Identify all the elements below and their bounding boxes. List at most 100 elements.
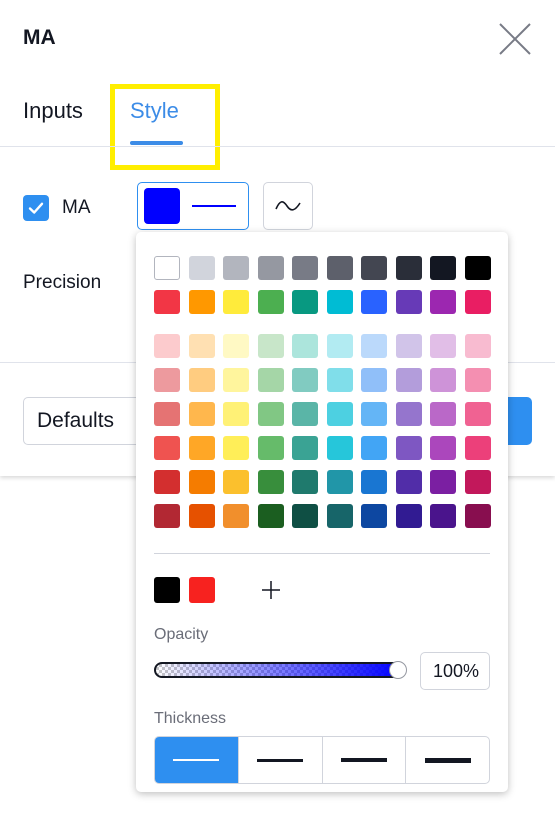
color-swatch[interactable] bbox=[154, 256, 180, 280]
color-swatch[interactable] bbox=[430, 402, 456, 426]
color-swatch[interactable] bbox=[154, 470, 180, 494]
recent-color-swatch[interactable] bbox=[154, 577, 180, 603]
plus-icon[interactable] bbox=[258, 577, 284, 603]
color-swatch[interactable] bbox=[292, 470, 318, 494]
tabs-divider bbox=[0, 146, 555, 147]
color-swatch[interactable] bbox=[223, 368, 249, 392]
color-swatch[interactable] bbox=[292, 504, 318, 528]
plot-color-button[interactable] bbox=[137, 182, 249, 230]
ma-plot-checkbox[interactable] bbox=[23, 195, 49, 221]
color-swatch[interactable] bbox=[154, 368, 180, 392]
tab-inputs[interactable]: Inputs bbox=[23, 98, 83, 124]
color-swatch[interactable] bbox=[464, 334, 491, 358]
color-swatch[interactable] bbox=[361, 256, 387, 280]
thickness-line-preview bbox=[257, 758, 304, 762]
color-swatch[interactable] bbox=[430, 256, 456, 280]
color-swatch[interactable] bbox=[188, 334, 215, 358]
color-swatch[interactable] bbox=[188, 504, 215, 528]
color-swatch[interactable] bbox=[395, 504, 422, 528]
color-swatch[interactable] bbox=[361, 290, 387, 314]
thickness-option-3[interactable] bbox=[321, 737, 406, 783]
color-swatch[interactable] bbox=[188, 256, 215, 280]
color-swatch[interactable] bbox=[223, 402, 249, 426]
thickness-option-2[interactable] bbox=[237, 737, 322, 783]
color-swatch[interactable] bbox=[223, 504, 249, 528]
color-swatch[interactable] bbox=[430, 470, 456, 494]
color-swatch[interactable] bbox=[430, 368, 456, 392]
color-swatch[interactable] bbox=[223, 436, 249, 460]
color-swatch[interactable] bbox=[292, 436, 318, 460]
color-swatch[interactable] bbox=[292, 368, 318, 392]
color-swatch[interactable] bbox=[430, 504, 456, 528]
color-swatch[interactable] bbox=[395, 436, 422, 460]
color-swatch[interactable] bbox=[430, 436, 456, 460]
precision-label: Precision bbox=[23, 272, 102, 293]
color-swatch[interactable] bbox=[430, 290, 456, 314]
color-swatch[interactable] bbox=[188, 402, 215, 426]
thickness-option-4[interactable] bbox=[405, 737, 489, 783]
color-swatch[interactable] bbox=[464, 290, 491, 314]
color-swatch[interactable] bbox=[361, 368, 387, 392]
color-swatch[interactable] bbox=[188, 436, 215, 460]
color-swatch[interactable] bbox=[154, 504, 180, 528]
color-swatch[interactable] bbox=[395, 470, 422, 494]
color-swatch[interactable] bbox=[464, 402, 491, 426]
color-swatch[interactable] bbox=[464, 504, 491, 528]
color-swatch[interactable] bbox=[257, 504, 284, 528]
color-swatch[interactable] bbox=[188, 290, 215, 314]
color-swatch[interactable] bbox=[361, 504, 387, 528]
color-swatch[interactable] bbox=[257, 290, 284, 314]
color-swatch[interactable] bbox=[292, 290, 318, 314]
line-style-icon bbox=[275, 201, 301, 211]
color-swatch[interactable] bbox=[395, 256, 422, 280]
color-swatch[interactable] bbox=[257, 436, 284, 460]
color-swatch[interactable] bbox=[223, 470, 249, 494]
color-swatch[interactable] bbox=[326, 334, 353, 358]
color-swatch[interactable] bbox=[464, 470, 491, 494]
opacity-slider-thumb[interactable] bbox=[389, 661, 407, 679]
color-swatch[interactable] bbox=[292, 334, 318, 358]
thickness-option-1[interactable] bbox=[155, 737, 238, 783]
color-swatch[interactable] bbox=[326, 470, 353, 494]
color-swatch[interactable] bbox=[326, 368, 353, 392]
color-swatch[interactable] bbox=[154, 334, 180, 358]
color-swatch[interactable] bbox=[464, 256, 491, 280]
color-swatch[interactable] bbox=[395, 402, 422, 426]
color-swatch[interactable] bbox=[326, 504, 353, 528]
color-swatch[interactable] bbox=[257, 402, 284, 426]
color-swatch[interactable] bbox=[361, 334, 387, 358]
color-swatch[interactable] bbox=[292, 256, 318, 280]
plot-type-button[interactable] bbox=[263, 182, 313, 230]
color-swatch[interactable] bbox=[188, 368, 215, 392]
color-swatch[interactable] bbox=[257, 368, 284, 392]
color-swatch[interactable] bbox=[188, 470, 215, 494]
color-swatch[interactable] bbox=[154, 290, 180, 314]
color-swatch[interactable] bbox=[257, 470, 284, 494]
color-swatch[interactable] bbox=[464, 436, 491, 460]
color-swatch[interactable] bbox=[223, 334, 249, 358]
color-swatch[interactable] bbox=[223, 290, 249, 314]
color-swatch[interactable] bbox=[223, 256, 249, 280]
close-icon[interactable] bbox=[498, 22, 532, 56]
recent-color-swatch[interactable] bbox=[189, 577, 215, 603]
thickness-label: Thickness bbox=[154, 710, 227, 727]
color-swatch[interactable] bbox=[395, 368, 422, 392]
color-swatch[interactable] bbox=[395, 334, 422, 358]
color-swatch[interactable] bbox=[430, 334, 456, 358]
color-swatch[interactable] bbox=[154, 436, 180, 460]
color-swatch[interactable] bbox=[154, 402, 180, 426]
color-swatch[interactable] bbox=[257, 334, 284, 358]
color-swatch[interactable] bbox=[464, 368, 491, 392]
color-swatch[interactable] bbox=[361, 402, 387, 426]
color-swatch[interactable] bbox=[326, 256, 353, 280]
color-swatch[interactable] bbox=[361, 436, 387, 460]
opacity-slider[interactable] bbox=[154, 662, 402, 678]
color-swatch[interactable] bbox=[361, 470, 387, 494]
color-swatch[interactable] bbox=[395, 290, 422, 314]
color-swatch[interactable] bbox=[326, 290, 353, 314]
color-swatch[interactable] bbox=[292, 402, 318, 426]
color-swatch[interactable] bbox=[326, 402, 353, 426]
opacity-input[interactable]: 100% bbox=[420, 652, 490, 690]
color-swatch[interactable] bbox=[257, 256, 284, 280]
color-swatch[interactable] bbox=[326, 436, 353, 460]
